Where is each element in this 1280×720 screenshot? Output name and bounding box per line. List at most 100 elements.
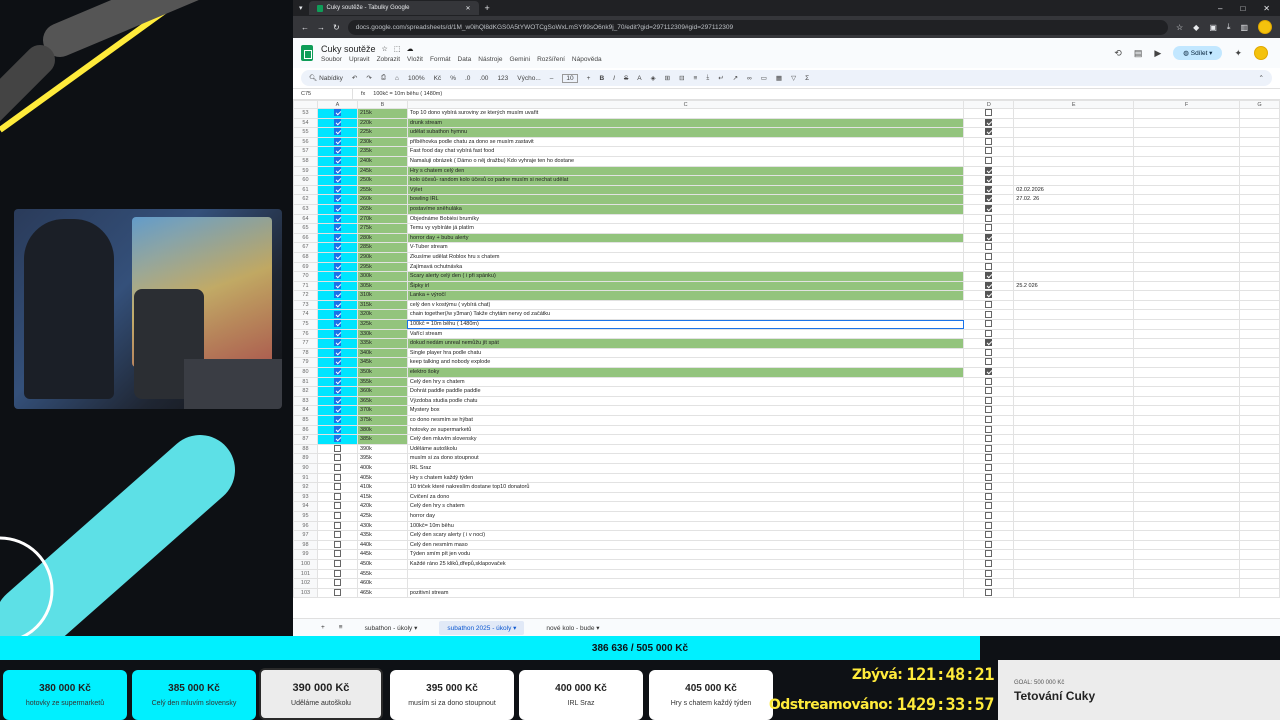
empty-cell[interactable] — [1133, 261, 1241, 273]
sheets-logo-icon[interactable] — [301, 45, 313, 61]
empty-cell[interactable] — [1133, 568, 1241, 580]
task-cell[interactable]: dokud nedám unreal nemůžu jít spát — [406, 338, 965, 349]
task-cell[interactable]: Mystery box — [406, 405, 965, 416]
done-checkbox-cell[interactable] — [316, 558, 358, 570]
done-checkbox[interactable] — [333, 397, 341, 404]
empty-cell[interactable] — [1133, 251, 1241, 263]
amount-cell[interactable]: 330k — [356, 328, 408, 340]
menu-data[interactable]: Data — [458, 56, 472, 63]
completed-checkbox-cell[interactable] — [963, 251, 1015, 263]
amount-cell[interactable]: 230k — [356, 136, 408, 148]
task-cell[interactable]: Šipky irl — [406, 280, 965, 292]
row-number[interactable]: 90 — [293, 462, 318, 474]
row-number[interactable]: 86 — [293, 424, 318, 436]
row-number[interactable]: 69 — [293, 261, 318, 273]
done-checkbox-cell[interactable] — [316, 146, 358, 157]
amount-cell[interactable]: 395k — [356, 453, 408, 464]
empty-cell[interactable] — [1133, 127, 1241, 138]
empty-cell[interactable] — [1133, 271, 1241, 282]
strikethrough-icon[interactable]: S — [624, 75, 628, 82]
font-size-decrease[interactable]: – — [550, 75, 554, 82]
task-cell[interactable]: pozitivní stream — [406, 587, 965, 599]
done-checkbox[interactable] — [333, 387, 341, 395]
row-number[interactable]: 96 — [293, 520, 318, 532]
amount-cell[interactable]: 455k — [356, 568, 408, 580]
amount-cell[interactable]: 460k — [356, 578, 408, 589]
amount-cell[interactable]: 340k — [356, 347, 408, 359]
percent-format-button[interactable]: % — [450, 75, 456, 82]
amount-cell[interactable]: 265k — [356, 203, 408, 215]
completed-checkbox-cell[interactable] — [963, 424, 1015, 436]
completed-checkbox-cell[interactable] — [963, 203, 1015, 215]
empty-cell[interactable] — [1133, 232, 1241, 244]
task-cell[interactable] — [406, 568, 965, 580]
filter-icon[interactable]: ▽ — [791, 74, 796, 82]
completed-checkbox[interactable] — [985, 589, 993, 596]
column-header-a[interactable]: A — [316, 100, 358, 109]
task-cell[interactable]: celý den v kostýmu ( vybírá chat) — [406, 299, 965, 311]
amount-cell[interactable]: 270k — [356, 213, 408, 225]
completed-checkbox-cell[interactable] — [963, 328, 1015, 340]
row-number[interactable]: 94 — [293, 501, 318, 512]
task-cell[interactable] — [406, 578, 965, 589]
row-number[interactable]: 60 — [293, 175, 318, 186]
empty-cell[interactable] — [1239, 587, 1280, 599]
empty-cell[interactable] — [1239, 395, 1280, 407]
completed-checkbox-cell[interactable] — [963, 539, 1015, 551]
completed-checkbox[interactable] — [985, 272, 993, 280]
amount-cell[interactable]: 245k — [356, 165, 408, 177]
amount-cell[interactable]: 405k — [356, 472, 408, 484]
completed-checkbox[interactable] — [985, 291, 993, 299]
task-cell[interactable]: Top 10 dono vybírá suroviny ze kterých m… — [406, 108, 965, 119]
completed-checkbox-cell[interactable] — [963, 376, 1015, 388]
done-checkbox-cell[interactable] — [316, 280, 358, 292]
done-checkbox[interactable] — [333, 521, 341, 529]
row-number[interactable]: 67 — [293, 242, 318, 253]
empty-cell[interactable] — [1133, 395, 1241, 407]
task-cell[interactable]: V-Tuber stream — [406, 242, 965, 253]
row-number[interactable]: 93 — [293, 491, 318, 503]
empty-cell[interactable] — [1239, 443, 1280, 455]
empty-cell[interactable] — [1133, 443, 1241, 455]
amount-cell[interactable]: 445k — [356, 549, 408, 560]
completed-checkbox[interactable] — [985, 493, 993, 500]
done-checkbox[interactable] — [333, 416, 341, 424]
done-checkbox[interactable] — [333, 454, 341, 462]
completed-checkbox[interactable] — [985, 310, 993, 318]
task-cell[interactable]: Celý den hry s chatem — [406, 376, 965, 388]
done-checkbox-cell[interactable] — [316, 136, 358, 148]
task-cell[interactable]: horror day — [406, 510, 965, 522]
column-header-c[interactable]: C — [406, 100, 965, 109]
empty-cell[interactable] — [1239, 175, 1280, 186]
completed-checkbox[interactable] — [985, 243, 993, 251]
task-cell[interactable]: Fast food day chat vybírá fast food — [406, 146, 965, 157]
amount-cell[interactable]: 320k — [356, 309, 408, 321]
done-checkbox-cell[interactable] — [316, 578, 358, 589]
completed-checkbox[interactable] — [985, 521, 993, 529]
rotate-icon[interactable]: ↗ — [733, 74, 738, 82]
corner-cell[interactable] — [293, 100, 318, 109]
row-number[interactable]: 54 — [293, 117, 318, 129]
done-checkbox[interactable] — [333, 138, 341, 145]
link-icon[interactable]: ∞ — [747, 75, 752, 82]
done-checkbox-cell[interactable] — [316, 194, 358, 205]
empty-cell[interactable] — [1239, 405, 1280, 416]
amount-cell[interactable]: 430k — [356, 520, 408, 532]
completed-checkbox-cell[interactable] — [963, 357, 1015, 369]
empty-cell[interactable] — [1239, 309, 1280, 321]
date-cell[interactable] — [1013, 376, 1135, 388]
done-checkbox-cell[interactable] — [316, 395, 358, 407]
done-checkbox[interactable] — [333, 253, 341, 260]
completed-checkbox[interactable] — [985, 128, 993, 136]
completed-checkbox-cell[interactable] — [963, 578, 1015, 589]
browser-tab[interactable]: Cuky soutěže - Tabulky Google ✕ — [308, 1, 479, 15]
empty-cell[interactable] — [1133, 146, 1241, 157]
completed-checkbox[interactable] — [985, 167, 993, 174]
amount-cell[interactable]: 300k — [356, 271, 408, 282]
completed-checkbox-cell[interactable] — [963, 175, 1015, 186]
done-checkbox-cell[interactable] — [316, 155, 358, 167]
row-number[interactable]: 76 — [293, 328, 318, 340]
empty-cell[interactable] — [1133, 194, 1241, 205]
completed-checkbox[interactable] — [985, 349, 993, 356]
completed-checkbox-cell[interactable] — [963, 491, 1015, 503]
